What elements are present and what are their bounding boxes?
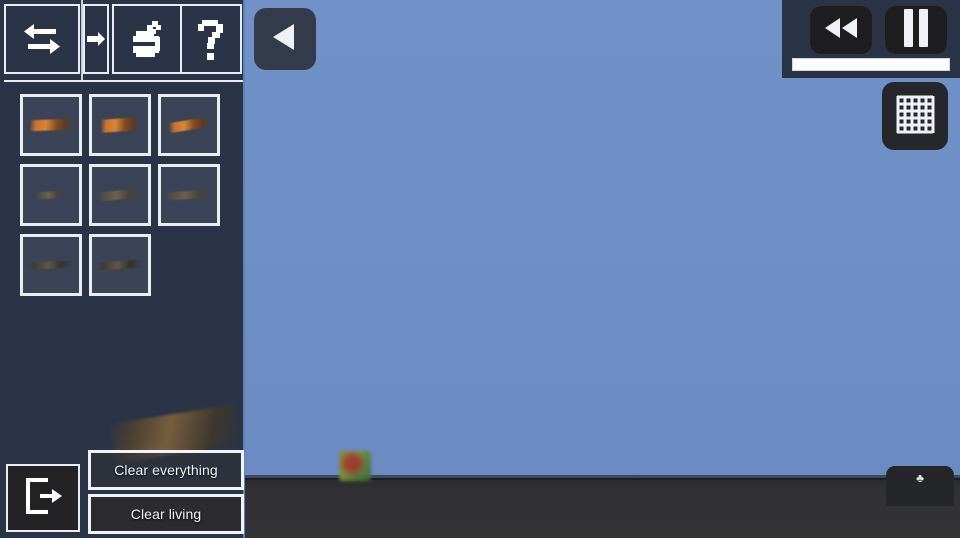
game-screen: Clear everything Clear living ♣: [0, 0, 960, 538]
spawned-entity[interactable]: [339, 451, 371, 481]
rewind-button[interactable]: [810, 6, 872, 54]
rewind-icon: [823, 17, 859, 44]
weapon-sprite: [165, 189, 213, 201]
expand-tab-button[interactable]: [83, 4, 109, 74]
sidebar-toolbar: [0, 0, 245, 82]
collapse-sidebar-button[interactable]: [254, 8, 316, 70]
swap-icon: [20, 22, 64, 56]
anchor-icon: ♣: [916, 471, 924, 485]
left-sidebar: Clear everything Clear living: [0, 0, 245, 538]
help-icon: [196, 18, 226, 60]
weapon-slot-smg[interactable]: [89, 94, 151, 156]
exit-icon: [22, 476, 64, 521]
weapon-slot-sawed-off[interactable]: [158, 94, 220, 156]
swap-icon-button[interactable]: [4, 4, 80, 74]
clear-living-button[interactable]: Clear living: [88, 494, 244, 534]
weapon-slot-sniper[interactable]: [20, 234, 82, 296]
weapon-sprite: [97, 188, 143, 202]
weapon-sprite: [28, 260, 74, 270]
bottom-right-button[interactable]: ♣: [886, 466, 954, 506]
weapon-sprite: [29, 118, 73, 132]
weapon-slot-revolver[interactable]: [20, 94, 82, 156]
exit-button[interactable]: [6, 464, 80, 532]
clear-panel: Clear everything Clear living: [88, 450, 244, 538]
weapon-sprite: [100, 117, 140, 133]
weapon-slot-carbine[interactable]: [20, 164, 82, 226]
weapon-grid: [20, 94, 232, 296]
help-icon-button[interactable]: [180, 4, 242, 74]
weapon-sprite: [168, 116, 210, 134]
pause-icon: [903, 8, 929, 52]
pause-button[interactable]: [885, 6, 947, 54]
weapon-sprite: [35, 190, 67, 200]
tab-arrow-icon: [87, 31, 105, 47]
speed-slider[interactable]: [792, 58, 950, 71]
grenade-icon-button[interactable]: [112, 4, 182, 74]
grid-icon: [893, 92, 937, 141]
clear-everything-button[interactable]: Clear everything: [88, 450, 244, 490]
weapon-slot-battle-rifle[interactable]: [158, 164, 220, 226]
left-triangle-icon: [268, 20, 302, 59]
weapon-slot-assault-rifle[interactable]: [89, 164, 151, 226]
toolbar-underline: [4, 80, 243, 82]
grenade-icon: [128, 19, 166, 59]
grid-toggle-button[interactable]: [882, 82, 948, 150]
playback-controls: [782, 0, 960, 78]
weapon-slot-shotgun[interactable]: [89, 234, 151, 296]
weapon-sprite: [96, 259, 144, 271]
